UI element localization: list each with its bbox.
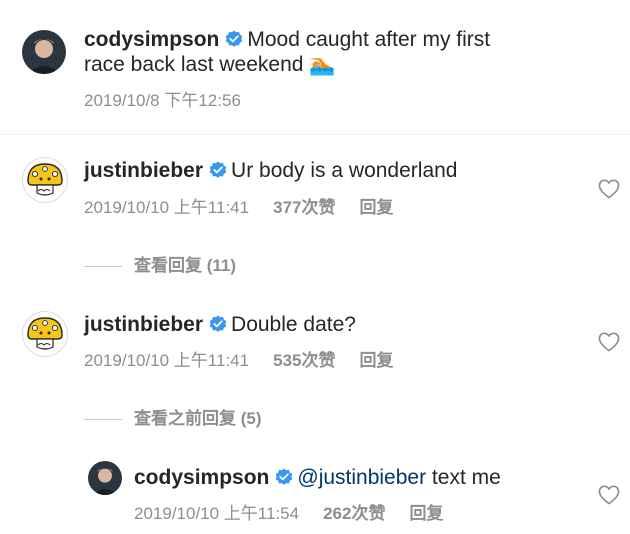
view-previous-replies-label: 查看之前回复 (5)	[134, 409, 262, 428]
comment-2-timestamp: 2019/10/10 上午11:41	[84, 351, 250, 370]
profile-photo-icon	[88, 461, 122, 495]
swimmer-emoji-icon: 🏊🏼	[309, 53, 336, 76]
comment-1-meta: 2019/10/10 上午11:41 377次赞 回复	[84, 198, 393, 218]
avatar-justinbieber-2[interactable]	[22, 311, 68, 357]
post-timestamp: 2019/10/8 下午12:56	[84, 91, 241, 110]
drew-mushroom-logo-icon	[22, 157, 68, 203]
comment-2-username[interactable]: justinbieber	[84, 313, 203, 336]
comment-1-likes[interactable]: 377次赞	[273, 198, 335, 217]
comment-2-meta: 2019/10/10 上午11:41 535次赞 回复	[84, 351, 393, 371]
reply-line: codysimpson @justinbieber text me	[134, 465, 501, 491]
reply-reply-button[interactable]: 回复	[409, 504, 443, 523]
avatar-codysimpson-reply[interactable]	[88, 461, 122, 495]
comment-1-reply-button[interactable]: 回复	[359, 198, 393, 217]
avatar-justinbieber-1[interactable]	[22, 157, 68, 203]
view-previous-replies-button[interactable]: 查看之前回复 (5)	[84, 409, 262, 429]
post-username[interactable]: codysimpson	[84, 28, 219, 51]
post-caption-text-1: Mood caught after my first	[247, 28, 491, 51]
divider	[84, 419, 122, 421]
heart-icon[interactable]	[598, 485, 620, 505]
comment-1-text: Ur body is a wonderland	[231, 159, 458, 182]
reply-mention-link[interactable]: @justinbieber	[297, 466, 426, 489]
divider	[84, 266, 122, 268]
divider	[0, 134, 630, 135]
reply-meta: 2019/10/10 上午11:54 262次赞 回复	[134, 504, 443, 524]
reply-username[interactable]: codysimpson	[134, 466, 269, 489]
avatar-codysimpson[interactable]	[22, 30, 66, 74]
reply-timestamp: 2019/10/10 上午11:54	[134, 504, 300, 523]
verified-badge-icon	[209, 161, 227, 179]
drew-mushroom-logo-icon	[22, 311, 68, 357]
view-replies-button-1[interactable]: 查看回复 (11)	[84, 256, 236, 276]
post-caption-line-2: race back last weekend 🏊🏼	[84, 52, 335, 78]
heart-icon[interactable]	[598, 332, 620, 352]
comment-1-username[interactable]: justinbieber	[84, 159, 203, 182]
reply-likes[interactable]: 262次赞	[323, 504, 385, 523]
verified-badge-icon	[209, 315, 227, 333]
comment-2-reply-button[interactable]: 回复	[359, 351, 393, 370]
post-caption-text-2: race back last weekend	[84, 53, 304, 76]
post-caption-line-1: codysimpson Mood caught after my first	[84, 27, 490, 53]
profile-photo-icon	[22, 30, 66, 74]
comment-1-timestamp: 2019/10/10 上午11:41	[84, 198, 250, 217]
comment-1-line: justinbieber Ur body is a wonderland	[84, 158, 458, 184]
view-replies-label-1: 查看回复 (11)	[134, 256, 237, 275]
verified-badge-icon	[275, 468, 293, 486]
heart-icon[interactable]	[598, 179, 620, 199]
reply-text: text me	[426, 466, 501, 489]
comment-2-likes[interactable]: 535次赞	[273, 351, 335, 370]
comment-2-text: Double date?	[231, 313, 356, 336]
verified-badge-icon	[225, 30, 243, 48]
comment-2-line: justinbieber Double date?	[84, 312, 356, 338]
